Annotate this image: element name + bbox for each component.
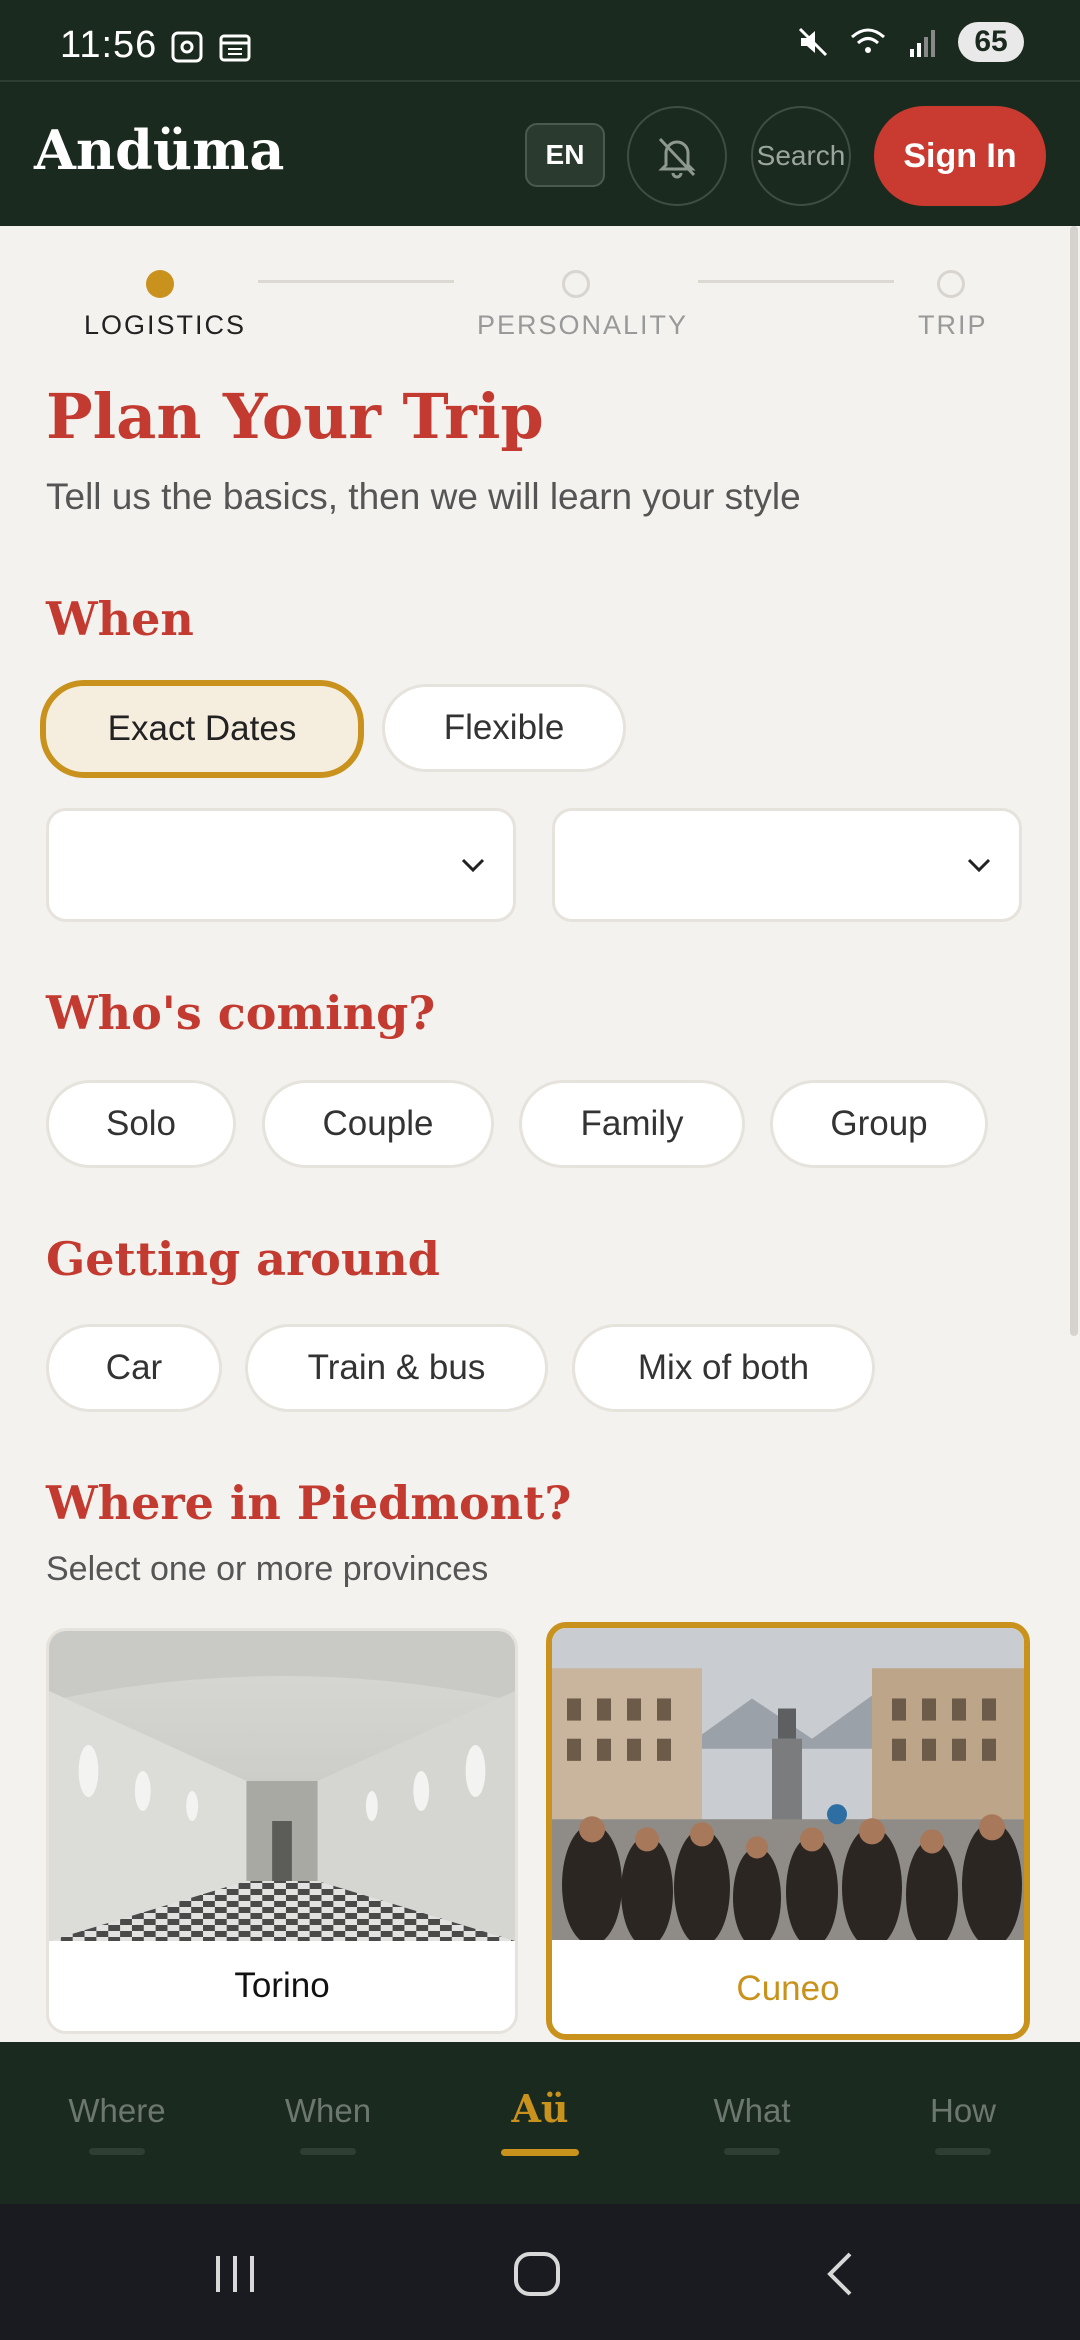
step-connector <box>258 280 454 283</box>
nav-when[interactable]: When <box>220 2042 436 2204</box>
system-nav-bar <box>0 2204 1080 2340</box>
train-bus-option[interactable]: Train & bus <box>245 1324 548 1412</box>
step-dot-personality <box>562 270 590 298</box>
page-subtitle: Tell us the basics, then we will learn y… <box>46 476 801 517</box>
status-bar: 11:56 65 <box>0 0 1080 80</box>
signal-icon <box>910 30 935 57</box>
nav-label: How <box>929 2092 997 2129</box>
province-name: Cuneo <box>552 1944 1024 2034</box>
couple-option[interactable]: Couple <box>262 1080 494 1168</box>
torino-photo <box>49 1631 515 1941</box>
calendar-icon <box>219 34 251 62</box>
when-title: When <box>46 592 194 646</box>
province-name: Torino <box>49 1941 515 2031</box>
nav-indicator <box>89 2148 145 2155</box>
recent-apps-icon[interactable] <box>210 2252 260 2296</box>
page-title: Plan Your Trip <box>46 380 544 453</box>
language-button[interactable]: EN <box>525 123 605 187</box>
status-left-icons <box>170 30 252 64</box>
notifications-button[interactable] <box>627 106 727 206</box>
home-icon[interactable] <box>512 2250 562 2298</box>
mix-option[interactable]: Mix of both <box>572 1324 875 1412</box>
nav-where[interactable]: Where <box>9 2042 225 2204</box>
chevron-down-icon <box>461 858 485 873</box>
step-connector <box>698 280 894 283</box>
start-date-select[interactable] <box>46 808 516 922</box>
bottom-nav: Where When Aü What How <box>0 2042 1080 2204</box>
cuneo-photo <box>552 1628 1024 1940</box>
nav-indicator <box>300 2148 356 2155</box>
wifi-icon <box>851 28 885 53</box>
nav-label: Aü <box>511 2086 569 2131</box>
nav-how[interactable]: How <box>855 2042 1071 2204</box>
search-button[interactable]: Search <box>751 106 851 206</box>
step-dot-trip <box>937 270 965 298</box>
step-dot-logistics <box>146 270 174 298</box>
family-option[interactable]: Family <box>519 1080 745 1168</box>
province-card-cuneo[interactable]: Cuneo <box>546 1622 1030 2040</box>
nav-home[interactable]: Aü <box>432 2042 648 2204</box>
app-header: Andüma EN Search Sign In <box>0 80 1080 226</box>
flexible-option[interactable]: Flexible <box>382 684 626 772</box>
bell-off-icon <box>658 137 696 179</box>
nav-what[interactable]: What <box>644 2042 860 2204</box>
nav-label: Where <box>68 2092 166 2129</box>
sign-in-button[interactable]: Sign In <box>874 106 1046 206</box>
nav-indicator <box>935 2148 991 2155</box>
scrollbar[interactable] <box>1070 226 1078 1336</box>
end-date-select[interactable] <box>552 808 1022 922</box>
nav-indicator <box>724 2148 780 2155</box>
nav-label: When <box>284 2092 372 2129</box>
chevron-down-icon <box>967 858 991 873</box>
mute-icon <box>798 27 828 57</box>
brand-logo[interactable]: Andüma <box>34 118 284 182</box>
back-icon[interactable] <box>820 2250 860 2298</box>
group-option[interactable]: Group <box>770 1080 988 1168</box>
where-subtitle: Select one or more provinces <box>46 1550 489 1588</box>
where-title: Where in Piedmont? <box>46 1476 572 1530</box>
exact-dates-option[interactable]: Exact Dates <box>40 680 364 778</box>
search-label: Search <box>756 140 846 171</box>
step-label-trip[interactable]: TRIP <box>918 310 988 341</box>
getting-around-title: Getting around <box>46 1232 440 1286</box>
battery-indicator: 65 <box>958 22 1024 62</box>
status-time: 11:56 <box>60 24 158 66</box>
province-card-torino[interactable]: Torino <box>46 1628 518 2034</box>
nav-indicator <box>501 2149 579 2156</box>
screenshot-icon <box>171 31 203 63</box>
step-label-personality[interactable]: PERSONALITY <box>477 310 688 341</box>
solo-option[interactable]: Solo <box>46 1080 236 1168</box>
status-right-icons: 65 <box>796 22 1024 62</box>
whos-coming-title: Who's coming? <box>46 986 436 1040</box>
nav-label: What <box>713 2092 791 2129</box>
step-label-logistics[interactable]: LOGISTICS <box>84 310 246 341</box>
car-option[interactable]: Car <box>46 1324 222 1412</box>
